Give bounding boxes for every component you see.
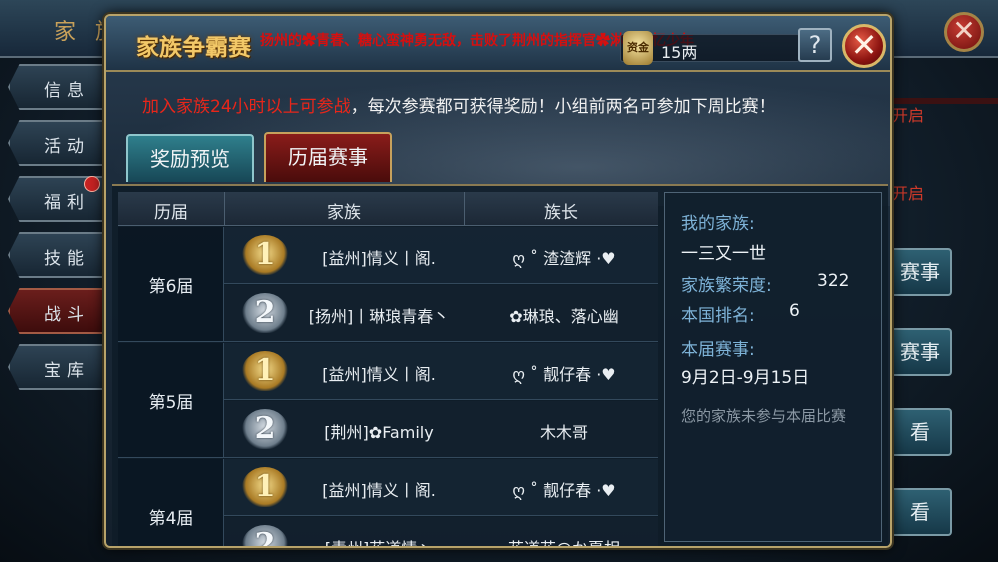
leader-name: ✿琳琅、落心幽 [509,307,619,326]
background-view-button[interactable]: 看 [888,408,952,456]
dialog-title: 家族争霸赛 [136,34,251,61]
tab-reward-preview[interactable]: 奖励预览 [126,134,254,182]
currency-value: 15两 [661,43,698,62]
nav-item-activity[interactable]: 活动 [8,120,104,166]
notice-requirement: 加入家族24小时以上可参战 [142,97,351,117]
table-row[interactable]: 1 [益州]情义丨阁. ღ ˚ 渣渣辉 ·♥ [224,227,658,284]
header-season: 历届 [154,203,188,223]
participation-status: 您的家族未参与本届比赛 [681,407,847,425]
rank-2-medal-icon: 2 [242,293,288,333]
background-view-button[interactable]: 看 [888,488,952,536]
nav-item-battle[interactable]: 战斗 [8,288,104,334]
my-family-name: 一三又一世 [681,244,766,264]
nav-item-label: 活动 [44,137,90,157]
close-button[interactable]: ✕ [842,24,886,68]
notification-dot [84,176,100,192]
rank-1-medal-icon: 1 [242,467,288,507]
table-row[interactable]: 2 [青州]花道情丶 花道花@か夏相 [224,517,658,546]
currency-display: 资金 15两 [620,31,800,65]
table-header: 历届 家族 族长 [118,192,658,226]
table-row[interactable]: 1 [益州]情义丨阁. ღ ˚ 靓仔春 ·♥ [224,343,658,400]
tab-history-events[interactable]: 历届赛事 [264,132,392,182]
rank-2-medal-icon: 2 [242,525,288,546]
my-family-label: 我的家族: [681,214,755,234]
prosperity-value: 322 [817,271,850,291]
leader-name: ღ ˚ 靓仔春 ·♥ [512,365,616,384]
family-name: [益州]情义丨阁. [322,365,436,384]
header-family: 家族 [327,203,361,223]
leader-name: 花道花@か夏相 [470,535,658,546]
current-season-label: 本届赛事: [681,340,755,360]
nav-item-label: 宝库 [44,361,90,381]
coin-icon: 资金 [623,31,653,65]
background-open-text: 开启 [892,184,925,203]
current-season-dates: 9月2日-9月15日 [681,368,810,388]
national-rank-value: 6 [789,301,800,321]
nav-item-label: 战斗 [44,305,90,325]
nav-item-label: 技能 [44,249,90,269]
nav-item-label: 福利 [44,193,90,213]
leader-name: 木木哥 [539,423,588,442]
notice-reward: ，每次参赛都可获得奖励！小组前两名可参加下周比赛！ [350,97,776,117]
nav-item-info[interactable]: 信息 [8,64,104,110]
nav-item-skills[interactable]: 技能 [8,232,104,278]
background-side-nav: 信息 活动 福利 技能 战斗 宝库 [8,64,108,400]
background-event-button[interactable]: 赛事 [888,328,952,376]
nav-item-label: 信息 [44,81,90,101]
season-cell: 第6届 [118,227,224,342]
family-name: [扬州]丨琳琅青春丶 [308,307,450,326]
table-row[interactable]: 2 [扬州]丨琳琅青春丶 ✿琳琅、落心幽 [224,285,658,342]
season-label: 第6届 [148,277,194,297]
table-row[interactable]: 2 [荆州]✿Family 木木哥 [224,401,658,458]
rank-1-medal-icon: 1 [242,235,288,275]
season-label: 第5届 [148,393,194,413]
leader-name: ღ ˚ 靓仔春 ·♥ [512,481,616,500]
history-table: 历届 家族 族长 第6届 1 [益州]情义丨阁. ღ ˚ 渣渣辉 ·♥ 2 [扬… [118,192,658,546]
participation-notice: 加入家族24小时以上可参战，每次参赛都可获得奖励！小组前两名可参加下周比赛！ [142,92,776,117]
national-rank-label: 本国排名: [681,306,755,326]
table-row[interactable]: 1 [益州]情义丨阁. ღ ˚ 靓仔春 ·♥ [224,459,658,516]
leader-name: ღ ˚ 渣渣辉 ·♥ [512,249,616,268]
history-content: 历届 家族 族长 第6届 1 [益州]情义丨阁. ღ ˚ 渣渣辉 ·♥ 2 [扬… [112,184,888,546]
header-leader: 族长 [544,203,578,223]
family-name: [益州]情义丨阁. [322,249,436,268]
season-label: 第4届 [148,509,194,529]
background-close-button[interactable]: ✕ [944,12,984,52]
family-name: [青州]花道情丶 [296,535,462,546]
background-open-text: 开启 [892,106,925,125]
help-button[interactable]: ? [798,28,832,62]
prosperity-label: 家族繁荣度: [681,276,772,296]
dialog-header: 家族争霸赛 扬州的✿青春、糖心蛮神勇无敌，击败了荆州的指挥官✿淋雨丶忆少年 资金… [106,16,890,72]
season-cell: 第4届 [118,459,224,546]
my-family-panel: 我的家族: 一三又一世 家族繁荣度: 322 本国排名: 6 本届赛事: 9月2… [664,192,882,542]
nav-item-treasury[interactable]: 宝库 [8,344,104,390]
family-battle-dialog: 家族争霸赛 扬州的✿青春、糖心蛮神勇无敌，击败了荆州的指挥官✿淋雨丶忆少年 资金… [104,14,892,548]
background-event-button[interactable]: 赛事 [888,248,952,296]
family-name: [荆州]✿Family [324,423,434,442]
rank-2-medal-icon: 2 [242,409,288,449]
rank-1-medal-icon: 1 [242,351,288,391]
season-cell: 第5届 [118,343,224,458]
family-name: [益州]情义丨阁. [322,481,436,500]
